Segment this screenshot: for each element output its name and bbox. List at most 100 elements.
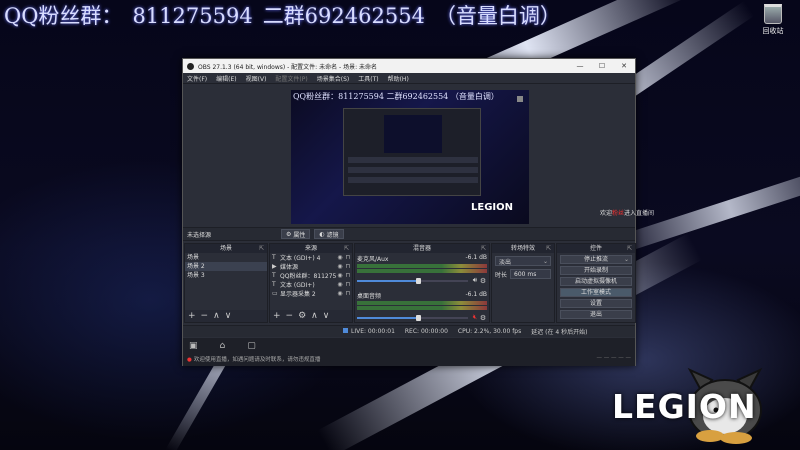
- chevron-down-icon[interactable]: ⌄: [624, 256, 629, 264]
- mixer-channel: 桌面音频 -6.1 dB 🔇︎ ⚙: [355, 290, 489, 323]
- program-preview[interactable]: QQ粉丝群：811275594 二群692462554 （音量白调） LEGIO…: [291, 90, 529, 224]
- menu-tools[interactable]: 工具(T): [358, 74, 378, 83]
- volume-fill: [357, 279, 419, 282]
- channel-db: -6.1 dB: [465, 291, 487, 298]
- add-icon[interactable]: +: [273, 311, 281, 321]
- undock-icon[interactable]: ⇱: [259, 244, 264, 253]
- mixer-title: 混音器: [412, 245, 431, 252]
- recycle-bin-icon[interactable]: 回收站: [756, 4, 790, 38]
- chevron-down-icon[interactable]: ∨: [323, 311, 330, 321]
- undock-icon[interactable]: ⇱: [481, 244, 486, 253]
- source-item[interactable]: ▭ 显示器采集 2 ◉ ⊓: [270, 289, 352, 298]
- transition-select[interactable]: 淡出 ⌄: [495, 256, 551, 266]
- plugin-icon[interactable]: ▢: [247, 341, 256, 351]
- maximize-button[interactable]: ☐: [591, 62, 613, 70]
- menu-view[interactable]: 视图(V): [246, 74, 267, 83]
- tools-icon[interactable]: ⌂: [220, 341, 226, 351]
- volume-slider[interactable]: 🔇︎ ⚙: [357, 313, 487, 322]
- live-room-icon[interactable]: ▣: [189, 341, 198, 351]
- exit-button[interactable]: 退出: [560, 310, 632, 319]
- eye-icon[interactable]: ◉: [336, 272, 344, 279]
- volume-track[interactable]: [357, 277, 468, 284]
- menu-edit[interactable]: 编辑(E): [216, 74, 236, 83]
- bottom-icon-row: ▣ ⌂ ▢: [183, 338, 635, 354]
- eye-icon[interactable]: ◉: [336, 263, 344, 270]
- minimize-button[interactable]: —: [569, 62, 591, 70]
- menu-help[interactable]: 帮助(H): [388, 74, 409, 83]
- duration-input[interactable]: 600 ms: [510, 269, 551, 279]
- audio-meter: [357, 301, 487, 305]
- preview-legion-logo: LEGION: [471, 202, 514, 213]
- lock-icon[interactable]: ⊓: [344, 254, 352, 261]
- text-icon: T: [272, 281, 276, 288]
- volume-track[interactable]: [357, 314, 468, 321]
- scene-item[interactable]: 场景 3: [185, 271, 267, 280]
- scene-item[interactable]: 场景 2: [185, 262, 267, 271]
- undock-icon[interactable]: ⇱: [627, 244, 632, 253]
- bottom-panel: ▣ ⌂ ▢ 欢迎使用直播，如遇问题请及时联系，请勿违规直播 — — — — —: [183, 338, 635, 366]
- menu-bar: 文件(F) 编辑(E) 视图(V) 配置文件(P) 场景集合(S) 工具(T) …: [183, 73, 635, 84]
- eye-icon[interactable]: ◉: [336, 290, 344, 297]
- welcome-suffix: 进入直播间: [624, 210, 655, 217]
- rec-status: REC: 00:00:00: [404, 328, 448, 335]
- source-name: 文本 (GDI+): [280, 282, 315, 289]
- gear-icon[interactable]: ⚙: [479, 277, 487, 285]
- source-item[interactable]: T QQ粉丝群：811275594 ◉ ⊓: [270, 271, 352, 280]
- scenes-dock: 场景 ⇱ 场景 场景 2 场景 3 + − ∧ ∨: [184, 243, 268, 323]
- title-bar: OBS 27.1.3 (64 bit, windows) - 配置文件: 未命名…: [183, 59, 635, 73]
- sources-toolbar: + − ⚙ ∧ ∨: [270, 310, 352, 322]
- stop-streaming-button[interactable]: 停止推流 ⌄: [560, 255, 632, 264]
- overlay-group2: 二群692462554: [262, 4, 425, 28]
- start-recording-button[interactable]: 开始录制: [560, 266, 632, 275]
- mixer-header: 混音器 ⇱: [355, 244, 489, 253]
- legion-logo: LEGION: [612, 387, 757, 426]
- lock-icon[interactable]: ⊓: [344, 263, 352, 270]
- volume-knob[interactable]: [416, 314, 422, 321]
- eye-icon[interactable]: ◉: [336, 254, 344, 261]
- lock-icon[interactable]: ⊓: [344, 272, 352, 279]
- obs-window: OBS 27.1.3 (64 bit, windows) - 配置文件: 未命名…: [182, 58, 636, 366]
- studio-mode-button[interactable]: 工作室模式: [560, 288, 632, 297]
- chevron-down-icon[interactable]: ∨: [225, 311, 232, 321]
- live-status: LIVE: 00:00:01: [343, 328, 395, 335]
- chevron-down-icon: ⌄: [542, 257, 548, 265]
- start-virtual-camera-button[interactable]: 启动虚拟摄像机: [560, 277, 632, 286]
- add-icon[interactable]: +: [188, 311, 196, 321]
- remove-icon[interactable]: −: [286, 311, 294, 321]
- volume-knob[interactable]: [416, 277, 422, 284]
- eye-icon[interactable]: ◉: [336, 281, 344, 288]
- menu-scene-collection[interactable]: 场景集合(S): [317, 74, 350, 83]
- source-item[interactable]: T 文本 (GDI+) 4 ◉ ⊓: [270, 253, 352, 262]
- welcome-user: 粉丝: [612, 210, 625, 217]
- settings-button[interactable]: 设置: [560, 299, 632, 308]
- notice-text: 欢迎使用直播，如遇问题请及时联系，请勿违规直播: [187, 355, 321, 363]
- lock-icon[interactable]: ⊓: [344, 281, 352, 288]
- welcome-prefix: 欢迎: [600, 210, 613, 217]
- close-button[interactable]: ✕: [613, 62, 635, 70]
- undock-icon[interactable]: ⇱: [546, 244, 551, 253]
- volume-slider[interactable]: 🔊︎ ⚙: [357, 276, 487, 285]
- channel-name: 桌面音频: [357, 293, 382, 300]
- gear-icon[interactable]: ⚙: [479, 314, 487, 322]
- transition-selected: 淡出: [499, 258, 512, 266]
- scene-item[interactable]: 场景: [185, 253, 267, 262]
- gear-icon[interactable]: ⚙: [298, 311, 306, 321]
- no-source-label: 未选择源: [187, 231, 212, 239]
- source-item[interactable]: T 文本 (GDI+) ◉ ⊓: [270, 280, 352, 289]
- remove-icon[interactable]: −: [201, 311, 209, 321]
- chevron-up-icon[interactable]: ∧: [213, 311, 220, 321]
- speaker-muted-icon[interactable]: 🔇︎: [471, 313, 479, 322]
- lock-icon[interactable]: ⊓: [344, 290, 352, 297]
- chevron-up-icon[interactable]: ∧: [311, 311, 318, 321]
- overlay-volume-note: （音量白调）: [434, 4, 561, 28]
- undock-icon[interactable]: ⇱: [344, 244, 349, 253]
- source-item[interactable]: ▶ 媒体源 ◉ ⊓: [270, 262, 352, 271]
- properties-button[interactable]: ⚙ 属性: [281, 229, 311, 239]
- overlay-group-label: QQ粉丝群：: [4, 4, 123, 28]
- menu-file[interactable]: 文件(F): [187, 74, 207, 83]
- controls-title: 控件: [589, 245, 602, 252]
- menu-profile[interactable]: 配置文件(P): [275, 74, 307, 83]
- filters-button[interactable]: ◐ 滤镜: [314, 229, 344, 239]
- speaker-icon[interactable]: 🔊︎: [471, 276, 479, 285]
- preview-record-indicator-icon: [517, 96, 523, 102]
